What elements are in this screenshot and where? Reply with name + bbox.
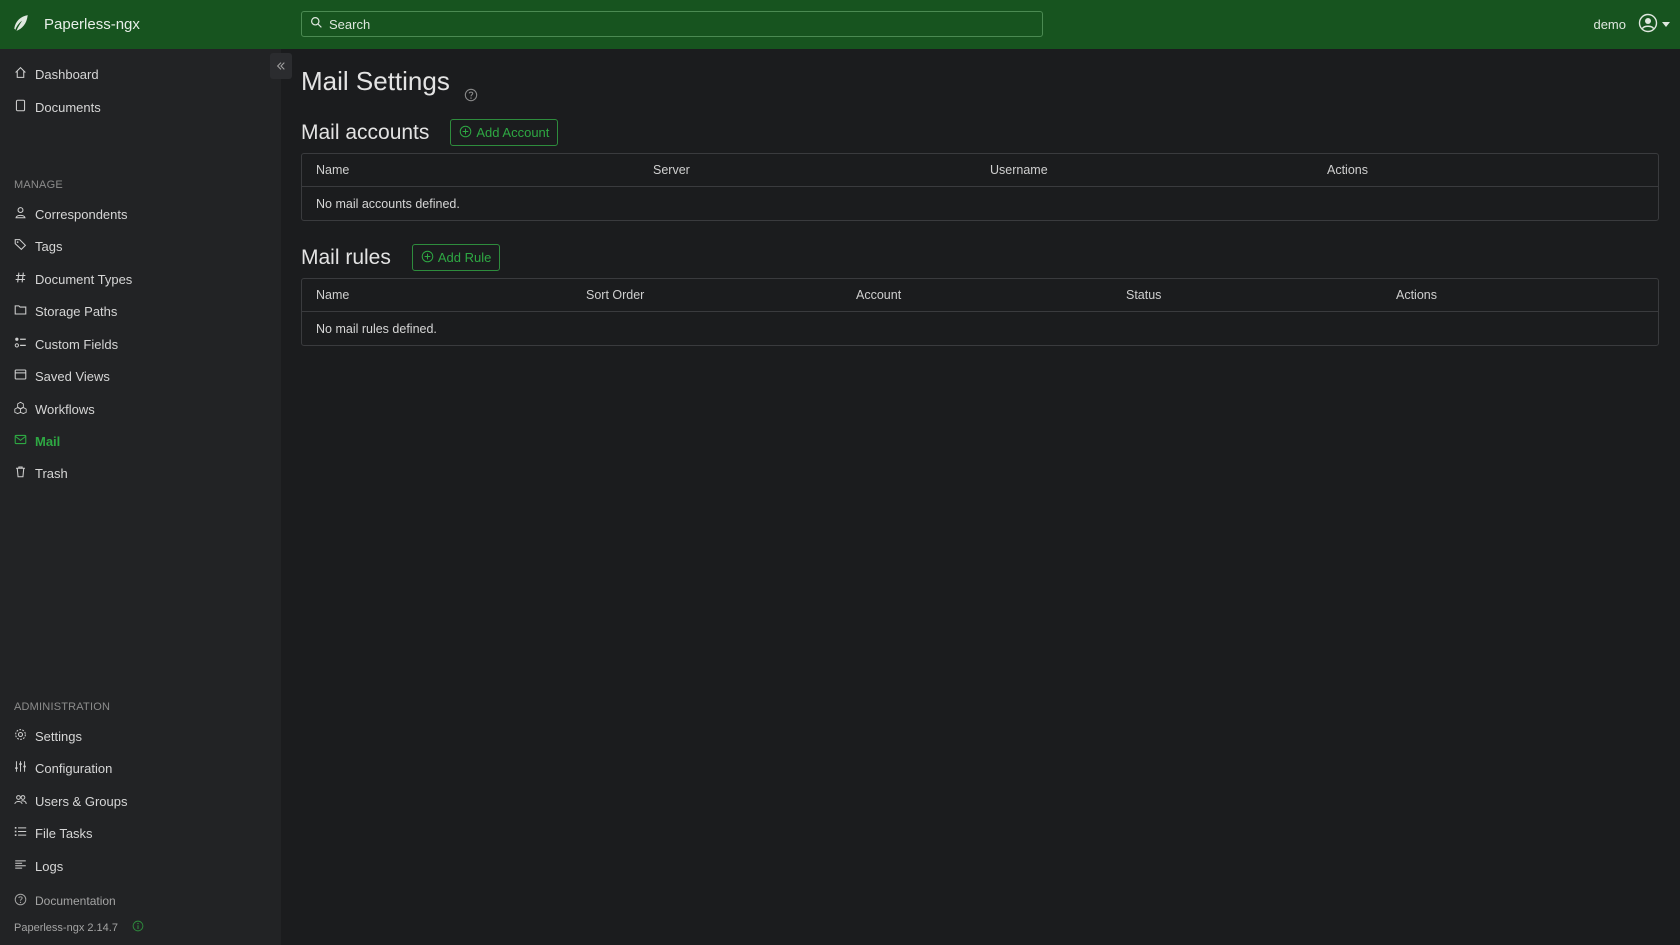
column-header: Status (1126, 288, 1162, 302)
mail-rules-header: Mail rules Add Rule (301, 244, 501, 271)
collapse-sidebar-button[interactable] (270, 53, 292, 79)
sidebar-item-storage-paths[interactable]: Storage Paths (14, 301, 117, 321)
search-icon (310, 16, 323, 32)
sidebar-item-label: Logs (35, 858, 64, 874)
column-header: Sort Order (586, 288, 645, 302)
sidebar-item-label: Tags (35, 238, 63, 254)
mail-rules-title: Mail rules (301, 245, 391, 269)
tags-icon (14, 238, 35, 254)
sidebar-item-correspondents[interactable]: Correspondents (14, 204, 128, 224)
add-rule-label: Add Rule (437, 250, 492, 265)
sidebar-item-users-groups[interactable]: Users & Groups (14, 791, 127, 811)
plus-circle-icon (459, 125, 476, 141)
page-title-text: Mail Settings (301, 66, 450, 96)
mail-accounts-header: Mail accounts Add Account (301, 119, 559, 146)
search-box[interactable] (301, 11, 1043, 37)
gear-icon (14, 728, 35, 744)
sidebar-item-label: Mail (35, 433, 61, 449)
page-title: Mail Settings (301, 66, 478, 101)
question-circle-icon[interactable] (464, 78, 478, 101)
leaf-logo-icon (12, 14, 30, 35)
ui-radios-icon (14, 336, 35, 352)
search-input[interactable] (329, 16, 1029, 32)
sidebar-item-mail[interactable]: Mail (14, 431, 60, 451)
manage-section-label: MANAGE (14, 179, 63, 191)
column-header: Actions (1327, 163, 1368, 177)
sidebar-item-label: Configuration (35, 760, 113, 776)
mail-rules-table: Name Sort Order Account Status Actions N… (301, 278, 1659, 346)
sidebar-item-label: Trash (35, 465, 68, 481)
column-header: Actions (1396, 288, 1437, 302)
folder-icon (14, 303, 35, 319)
boxes-icon (14, 401, 35, 417)
sidebar-item-documents[interactable]: Documents (14, 97, 101, 117)
sidebar-item-workflows[interactable]: Workflows (14, 399, 95, 419)
list-task-icon (14, 825, 35, 841)
sidebar-item-label: Settings (35, 728, 82, 744)
sidebar-item-label: Document Types (35, 271, 133, 287)
sidebar-item-dashboard[interactable]: Dashboard (14, 64, 99, 84)
administration-section-label: ADMINISTRATION (14, 701, 111, 713)
empty-row: No mail rules defined. (302, 312, 1658, 345)
column-header: Account (856, 288, 902, 302)
column-header: Username (990, 163, 1048, 177)
hash-icon (14, 271, 35, 287)
column-header: Name (316, 163, 350, 177)
sidebar-item-file-tasks[interactable]: File Tasks (14, 823, 93, 843)
person-icon (14, 206, 35, 222)
version-label: Paperless-ngx 2.14.7 (14, 921, 118, 934)
envelope-icon (14, 433, 35, 449)
sidebar-item-label: Users & Groups (35, 793, 128, 809)
app-name: Paperless-ngx (44, 16, 140, 33)
person-circle-icon (1638, 13, 1658, 36)
sliders-icon (14, 760, 35, 776)
sidebar-item-label: Documents (35, 99, 101, 115)
sidebar-item-label: Saved Views (35, 368, 110, 384)
version-info: Paperless-ngx 2.14.7 (14, 920, 144, 935)
brand[interactable]: Paperless-ngx (12, 0, 140, 49)
top-navbar: Paperless-ngx demo (0, 0, 1680, 49)
user-name: demo (1593, 17, 1626, 32)
house-icon (14, 66, 35, 82)
empty-row: No mail accounts defined. (302, 187, 1658, 220)
add-rule-button[interactable]: Add Rule (411, 244, 501, 271)
sidebar-item-document-types[interactable]: Document Types (14, 269, 132, 289)
sidebar-item-label: Workflows (35, 401, 95, 417)
chevron-double-left-icon (276, 59, 286, 74)
sidebar-item-label: Storage Paths (35, 303, 118, 319)
table-header: Name Server Username Actions (302, 154, 1658, 187)
people-icon (14, 793, 35, 809)
column-header: Name (316, 288, 350, 302)
plus-circle-icon (421, 250, 438, 266)
documentation-label: Documentation (35, 894, 116, 908)
sidebar-item-logs[interactable]: Logs (14, 856, 63, 876)
add-account-button[interactable]: Add Account (450, 119, 559, 146)
text-left-icon (14, 858, 35, 874)
sidebar-item-label: File Tasks (35, 825, 93, 841)
sidebar-item-trash[interactable]: Trash (14, 463, 68, 483)
trash-icon (14, 465, 35, 481)
sidebar-item-saved-views[interactable]: Saved Views (14, 366, 110, 386)
add-account-label: Add Account (476, 125, 550, 140)
info-circle-icon[interactable] (118, 920, 144, 935)
mail-accounts-table: Name Server Username Actions No mail acc… (301, 153, 1659, 221)
sidebar-item-custom-fields[interactable]: Custom Fields (14, 334, 118, 354)
sidebar-item-settings[interactable]: Settings (14, 726, 82, 746)
empty-message: No mail rules defined. (316, 321, 437, 336)
empty-message: No mail accounts defined. (316, 196, 460, 211)
sidebar-item-label: Dashboard (35, 66, 99, 82)
documentation-link[interactable]: Documentation (14, 893, 116, 909)
sidebar-item-label: Correspondents (35, 206, 128, 222)
question-circle-icon (14, 893, 35, 909)
sidebar-item-tags[interactable]: Tags (14, 236, 62, 256)
file-icon (14, 99, 35, 115)
user-menu[interactable]: demo (1593, 0, 1670, 49)
sidebar-item-label: Custom Fields (35, 336, 119, 352)
sidebar-item-configuration[interactable]: Configuration (14, 758, 112, 778)
table-header: Name Sort Order Account Status Actions (302, 279, 1658, 312)
window-stack-icon (14, 368, 35, 384)
chevron-down-icon (1662, 22, 1670, 27)
mail-accounts-title: Mail accounts (301, 120, 430, 144)
column-header: Server (653, 163, 690, 177)
